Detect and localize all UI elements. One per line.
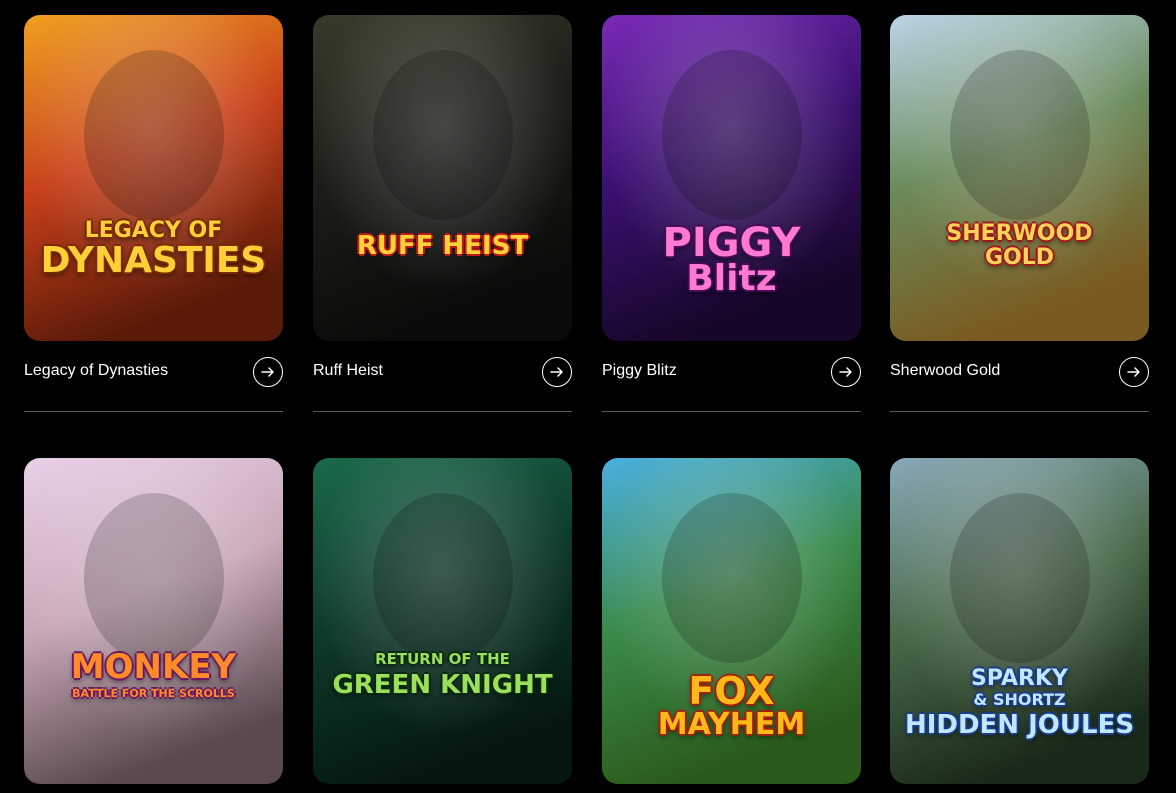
game-card: LEGACY OF DYNASTIES Legacy of Dynasties	[24, 15, 283, 412]
game-logo-text: RUFF HEIST	[356, 231, 529, 261]
game-logo-text: SPARKY	[971, 666, 1068, 691]
game-card: SHERWOOD GOLD Sherwood Gold	[890, 15, 1149, 412]
character-art	[84, 50, 224, 220]
game-thumbnail[interactable]: RETURN OF THE GREEN KNIGHT	[313, 458, 572, 784]
game-info-row: Piggy Blitz	[602, 341, 861, 412]
game-thumbnail[interactable]: MONKEY BATTLE FOR THE SCROLLS	[24, 458, 283, 784]
game-logo-text: & SHORTZ	[973, 690, 1066, 709]
game-thumbnail[interactable]: SHERWOOD GOLD	[890, 15, 1149, 341]
game-thumbnail[interactable]: SPARKY & SHORTZ HIDDEN JOULES	[890, 458, 1149, 784]
game-artwork	[313, 458, 572, 784]
game-card: FOX MAYHEM	[602, 458, 861, 784]
open-game-button[interactable]	[253, 357, 283, 387]
arrow-right-icon	[550, 367, 563, 377]
game-artwork	[24, 458, 283, 784]
open-game-button[interactable]	[1119, 357, 1149, 387]
arrow-right-icon	[261, 367, 274, 377]
arrow-right-icon	[839, 367, 852, 377]
game-thumbnail[interactable]: LEGACY OF DYNASTIES	[24, 15, 283, 341]
game-logo-text: GREEN KNIGHT	[332, 670, 553, 700]
game-logo-text: RETURN OF THE	[375, 650, 510, 668]
game-title[interactable]: Sherwood Gold	[890, 362, 1000, 380]
character-art	[950, 493, 1090, 663]
character-art	[662, 493, 802, 663]
game-logo-text: LEGACY OF	[84, 218, 223, 243]
game-logo-text: SHERWOOD	[946, 221, 1093, 246]
character-art	[373, 493, 513, 663]
game-info-row: Sherwood Gold	[890, 341, 1149, 412]
game-logo-text: MAYHEM	[657, 707, 806, 742]
open-game-button[interactable]	[831, 357, 861, 387]
game-logo-text: HIDDEN JOULES	[904, 710, 1135, 740]
game-title[interactable]: Legacy of Dynasties	[24, 362, 168, 380]
game-logo-text: FOX	[688, 669, 775, 713]
game-logo-text: MONKEY	[70, 647, 237, 687]
game-title[interactable]: Piggy Blitz	[602, 362, 677, 380]
game-artwork	[313, 15, 572, 341]
game-card: RETURN OF THE GREEN KNIGHT	[313, 458, 572, 784]
game-logo-text: GOLD	[984, 245, 1055, 270]
game-logo-text: BATTLE FOR THE SCROLLS	[72, 687, 235, 700]
character-art	[662, 50, 802, 220]
game-card: SPARKY & SHORTZ HIDDEN JOULES	[890, 458, 1149, 784]
character-art	[84, 493, 224, 663]
game-info-row: Legacy of Dynasties	[24, 341, 283, 412]
game-title[interactable]: Ruff Heist	[313, 362, 383, 380]
game-thumbnail[interactable]: PIGGY Blitz	[602, 15, 861, 341]
game-card: MONKEY BATTLE FOR THE SCROLLS	[24, 458, 283, 784]
game-thumbnail[interactable]: RUFF HEIST	[313, 15, 572, 341]
game-logo-text: Blitz	[686, 258, 777, 299]
open-game-button[interactable]	[542, 357, 572, 387]
game-card: RUFF HEIST Ruff Heist	[313, 15, 572, 412]
arrow-right-icon	[1127, 367, 1140, 377]
character-art	[950, 50, 1090, 220]
game-info-row: Ruff Heist	[313, 341, 572, 412]
game-artwork	[890, 15, 1149, 341]
game-card: PIGGY Blitz Piggy Blitz	[602, 15, 861, 412]
game-artwork	[24, 15, 283, 341]
character-art	[373, 50, 513, 220]
game-logo-text: PIGGY	[662, 220, 801, 266]
game-thumbnail[interactable]: FOX MAYHEM	[602, 458, 861, 784]
game-logo-text: DYNASTIES	[40, 240, 267, 281]
